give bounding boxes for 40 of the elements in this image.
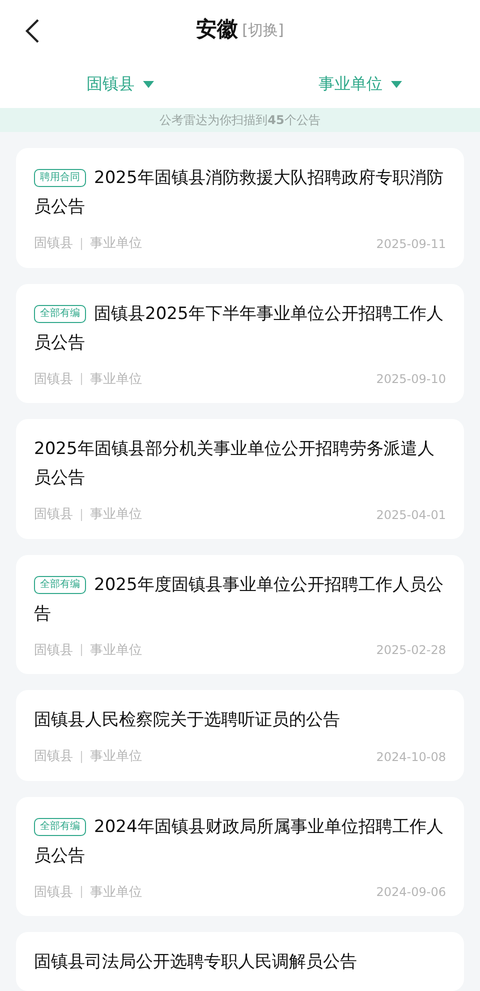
announcement-title: 全部有编 固镇县2025年下半年事业单位公开招聘工作人员公告	[34, 302, 444, 354]
announcement-title: 2025年固镇县部分机关事业单位公开招聘劳务派遣人员公告	[34, 438, 436, 490]
unit-type-label: 事业单位	[90, 235, 142, 253]
announcement-title: 聘用合同 2025年固镇县消防救援大队招聘政府专职消防员公告	[34, 167, 444, 219]
publish-date: 2025-02-28	[376, 642, 446, 660]
region-title: 安徽	[196, 16, 238, 44]
region-label: 固镇县	[34, 506, 73, 524]
announcement-card[interactable]: 固镇县人民检察院关于选聘听证员的公告 固镇县 事业单位 2024-10-08	[16, 690, 464, 780]
unit-type-label: 事业单位	[90, 370, 142, 388]
region-label: 固镇县	[34, 748, 73, 766]
announcement-title: 固镇县人民检察院关于选聘听证员的公告	[34, 709, 341, 732]
announcement-card[interactable]: 全部有编 固镇县2025年下半年事业单位公开招聘工作人员公告 固镇县 事业单位 2025-09-10	[16, 284, 464, 403]
caret-down-icon	[390, 80, 402, 88]
publish-date: 2025-09-11	[376, 236, 446, 253]
announcement-card[interactable]: 固镇县司法局公开选聘专职人民调解员公告	[16, 932, 464, 991]
unit-type-label: 事业单位	[90, 506, 142, 524]
unit-type-label: 事业单位	[90, 642, 142, 660]
announcement-card[interactable]: 全部有编 2025年度固镇县事业单位公开招聘工作人员公告 固镇县 事业单位 2025-02-28	[16, 554, 464, 674]
announcement-card[interactable]: 全部有编 2024年固镇县财政局所属事业单位招聘工作人员公告 固镇县 事业单位 2024-09-06	[16, 796, 464, 916]
tag-badge: 全部有编	[34, 818, 86, 836]
region-label: 固镇县	[34, 884, 73, 902]
publish-date: 2024-09-06	[376, 884, 446, 902]
announcement-card[interactable]: 2025年固镇县部分机关事业单位公开招聘劳务派遣人员公告 固镇县 事业单位 2025-04-01	[16, 419, 464, 538]
region-label: 固镇县	[34, 642, 73, 660]
unit-type-label: 事业单位	[90, 748, 142, 766]
publish-date: 2025-04-01	[376, 506, 446, 524]
tag-badge: 聘用合同	[34, 169, 86, 187]
publish-date: 2025-09-10	[376, 371, 446, 388]
region-label: 固镇县	[34, 235, 73, 253]
publish-date: 2024-10-08	[376, 748, 446, 766]
announcement-title: 全部有编 2024年固镇县财政局所属事业单位招聘工作人员公告	[34, 816, 444, 868]
region-label: 固镇县	[34, 370, 73, 388]
announcement-title: 全部有编 2025年度固镇县事业单位公开招聘工作人员公告	[34, 574, 444, 626]
caret-down-icon	[142, 80, 154, 88]
tag-badge: 全部有编	[34, 576, 86, 594]
unit-type-label: 事业单位	[90, 884, 142, 902]
announcement-title: 固镇县司法局公开选聘专职人民调解员公告	[34, 951, 358, 974]
tag-badge: 全部有编	[34, 304, 86, 322]
scan-result-banner: 公考雷达为你扫描到45个公告	[0, 108, 480, 132]
announcement-card[interactable]: 聘用合同 2025年固镇县消防救援大队招聘政府专职消防员公告 固镇县 事业单位 2025-09-11	[16, 148, 464, 268]
